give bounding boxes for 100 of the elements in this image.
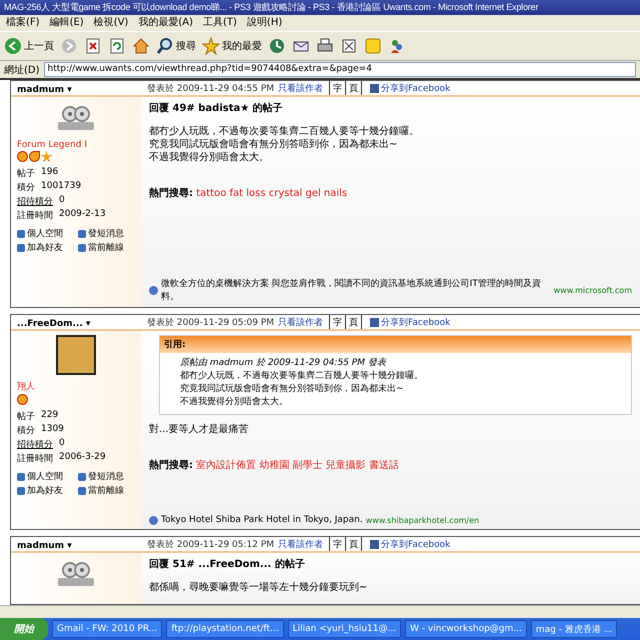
note-button[interactable] [364, 37, 382, 55]
menu-item[interactable]: 編輯(E) [50, 16, 84, 30]
profile-link[interactable]: 當前離線 [78, 484, 135, 497]
stat-value: 1309 [41, 424, 64, 436]
profile-link[interactable]: 加為好友 [17, 484, 74, 497]
hot-search-link[interactable]: 室內設計佈置 幼稚園 副學士 兒童攝影 書送話 [196, 460, 399, 471]
profile-link[interactable]: 發短消息 [78, 227, 135, 240]
author-name[interactable]: madmum ▾ [11, 541, 137, 551]
refresh-icon [108, 37, 126, 55]
favorites-button[interactable]: 我的最愛 [202, 37, 262, 55]
profile-link[interactable]: 個人空間 [17, 470, 74, 483]
taskbar-item[interactable]: Gmail - FW: 2010 PR... [52, 620, 162, 638]
post-date: 發表於 2009-11-29 05:09 PM [146, 316, 274, 329]
hot-search-link[interactable]: tattoo fat loss crystal gel nails [196, 188, 348, 199]
facebook-icon [370, 84, 380, 93]
font-size-button[interactable]: 頁 [346, 81, 362, 95]
font-size-button[interactable]: 字 [329, 537, 346, 551]
facebook-icon [370, 540, 380, 549]
menu-item[interactable]: 說明(H) [246, 16, 282, 30]
hot-search-label: 熱門搜尋: [149, 460, 193, 471]
taskbar-item[interactable]: Lilian <yuri_hsiu11@... [288, 620, 402, 638]
search-icon [156, 37, 174, 55]
post-text: 都係喎，尋晚要嘛覺等一場等左十幾分鐘要玩到~ [149, 581, 368, 594]
stat-value: 0 [59, 438, 65, 450]
font-size-button[interactable]: 字 [329, 315, 346, 329]
ad-icon [149, 516, 158, 524]
address-label: 網址(D) [4, 64, 40, 76]
stat-value: 0 [59, 195, 65, 207]
refresh-button[interactable] [108, 37, 126, 55]
taskbar-item[interactable]: ftp://playstation.net/ft... [166, 620, 284, 638]
window-title: MAG-256人 大型電game 拆code 可以download demo睇... - PS3 遊戲攻略討論 - PS3 - 香港討論區 Uwants.com - Microsoft Internet Explorer [0, 0, 640, 15]
stat-value: 2009-2-13 [59, 209, 106, 221]
share-link[interactable]: 分享到Facebook [370, 538, 450, 551]
profile-link[interactable]: 發短消息 [78, 470, 135, 483]
author-name[interactable]: ...FreeDom... ▾ [11, 319, 137, 329]
menu-item[interactable]: 我的最愛(A) [138, 16, 193, 30]
quote-text: 不過我覺得分別唔會太大。 [180, 396, 289, 408]
ad-text[interactable]: Tokyo Hotel Shiba Park Hotel in Tokyo, Japan. [161, 515, 363, 525]
menu-item[interactable]: 工具(T) [203, 16, 237, 30]
post-title: 回覆 49# badista★ 的帖子 [149, 102, 284, 115]
font-size-button[interactable]: 頁 [346, 537, 362, 551]
ad-text[interactable]: 微軟全方位的桌機解決方案 與您並肩作戰，閱讀不同的資訊基地系統通到公司IT管理的時間及資料。 [160, 277, 551, 303]
star-icon [202, 37, 220, 55]
only-author-link[interactable]: 只看該作者 [278, 538, 324, 551]
note-icon [364, 37, 382, 55]
only-author-link[interactable]: 只看該作者 [278, 82, 324, 95]
history-button[interactable] [268, 37, 286, 55]
taskbar-item[interactable]: W - vincworkshop@gm... [405, 620, 527, 638]
stat-label: 帖子 [17, 410, 35, 423]
avatar-placeholder [56, 335, 96, 375]
quote-header: 引用: [160, 336, 631, 353]
stat-label: 招待積分 [17, 196, 53, 208]
back-button[interactable]: 上一頁 [4, 37, 54, 55]
share-link[interactable]: 分享到Facebook [370, 316, 450, 329]
stat-label: 招待積分 [17, 438, 53, 451]
stat-value: 2006-3-29 [59, 452, 106, 464]
user-rank: 翔人 [17, 380, 36, 393]
font-size-button[interactable]: 頁 [346, 315, 362, 329]
only-author-link[interactable]: 只看該作者 [278, 316, 324, 329]
history-icon [268, 37, 286, 55]
profile-link[interactable]: 個人空間 [17, 227, 74, 240]
post-title: 回覆 51# ...FreeDom... 的帖子 [149, 558, 306, 571]
font-size-button[interactable]: 字 [329, 81, 346, 95]
stat-label: 註冊時間 [17, 210, 53, 222]
ad-url[interactable]: www.microsoft.com [554, 286, 632, 294]
profile-link[interactable]: 加為好友 [17, 241, 74, 254]
quote-text: 究竟我同試玩版會唔會有無分別答唔到你，因為都未出~ [180, 382, 405, 395]
start-button[interactable]: 開始 [0, 618, 48, 640]
user-rank: Forum Legend I [17, 140, 88, 150]
post-text: 究竟我同試玩版會唔會有無分別答唔到你，因為都未出~ [149, 138, 398, 151]
stat-label: 積分 [17, 424, 35, 437]
stat-value: 1001739 [41, 181, 82, 193]
stat-value: 229 [41, 410, 58, 422]
facebook-icon [370, 318, 380, 327]
quote-text: 都冇少人玩既，不過每次要等集齊二百幾人要等十幾分鐘囉。 [180, 370, 424, 382]
stop-icon [84, 37, 102, 55]
post-text: 不過我覺得分別唔會太大。 [149, 151, 270, 164]
quote-source: 原帖由 madmum 於 2009-11-29 04:55 PM 發表 [180, 356, 388, 369]
post-text: 對...要等人才是最痛苦 [149, 423, 250, 436]
menu-item[interactable]: 檔案(F) [6, 16, 40, 30]
address-field[interactable]: http://www.uwants.com/viewthread.php?tid=9074408&extra=&page=4 [44, 62, 636, 77]
stat-label: 註冊時間 [17, 452, 53, 465]
ad-url[interactable]: www.shibaparkhotel.com/en [366, 516, 480, 524]
profile-link[interactable]: 當前離線 [78, 241, 135, 254]
menu-item[interactable]: 檢視(V) [94, 16, 128, 30]
forward-icon [60, 37, 78, 55]
post-text: 都冇少人玩既，不過每次要等集齊二百幾人要等十幾分鐘囉。 [149, 125, 420, 138]
stat-label: 積分 [17, 182, 35, 194]
hot-search-label: 熱門搜尋: [149, 188, 193, 199]
post-date: 發表於 2009-11-29 04:55 PM [146, 82, 274, 95]
stat-label: 帖子 [17, 168, 35, 180]
share-link[interactable]: 分享到Facebook [370, 82, 450, 95]
taskbar-item[interactable]: mag - 雅虎香港 ... [530, 620, 618, 638]
author-name[interactable]: madmum ▾ [11, 85, 137, 95]
home-button[interactable] [132, 37, 150, 55]
ad-icon [149, 286, 158, 294]
home-icon [132, 37, 150, 55]
back-icon [4, 37, 22, 55]
search-button[interactable]: 搜尋 [156, 37, 196, 55]
stop-button[interactable] [84, 37, 102, 55]
